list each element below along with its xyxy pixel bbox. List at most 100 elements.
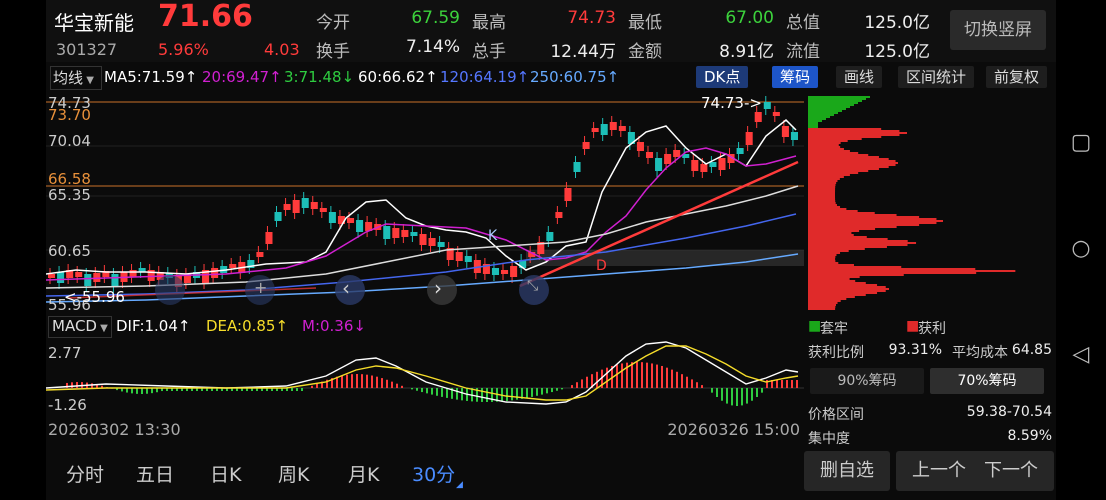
home-icon[interactable]: ○ (1070, 238, 1092, 260)
macd-bar (786, 380, 788, 388)
macd-selector[interactable]: MACD ▼ (48, 316, 112, 338)
chip-bar (808, 218, 937, 220)
switch-portrait-button[interactable]: 切换竖屏 (950, 10, 1046, 50)
chip-bar (808, 136, 882, 138)
macd-bar (381, 378, 383, 388)
ma-selector[interactable]: 均线 ▼ (50, 66, 102, 90)
chip-90-tab[interactable]: 90%筹码 (810, 368, 924, 394)
macd-chart[interactable]: 2.77 -1.26 (46, 338, 804, 422)
chip-bar (808, 298, 847, 300)
delete-favorite-button[interactable]: 删自选 (804, 451, 890, 491)
candle (772, 112, 780, 116)
macd-bar (761, 388, 763, 393)
chip-button[interactable]: 筹码 (772, 66, 819, 88)
candle (48, 274, 56, 278)
chip-bar (808, 102, 858, 104)
chip-bar (808, 278, 850, 280)
chip-bar (808, 178, 840, 180)
app-screen: 华宝新能 71.66 301327 5.96% 4.03 今开 67.59 最高… (46, 0, 1056, 500)
macd-bar (371, 375, 373, 388)
macd-selector-label: MACD (52, 317, 97, 335)
chip-70-tab[interactable]: 70%筹码 (930, 368, 1044, 394)
recent-apps-icon[interactable]: ▢ (1070, 132, 1092, 154)
candle (428, 238, 436, 246)
candle (501, 270, 509, 274)
kline-chart[interactable]: ‹ › + ⤡ 74.73 73.70 70.04 66.58 65.35 60… (46, 92, 804, 314)
macd-bar (541, 388, 543, 395)
chip-bar (808, 234, 854, 236)
candle (664, 154, 672, 164)
tab-30min[interactable]: 30分 (412, 460, 455, 487)
macd-dif: DIF:1.04↑ (116, 317, 191, 335)
macd-bar (526, 388, 528, 398)
candle (419, 234, 427, 245)
macd-bar (581, 379, 583, 388)
chip-bar (808, 246, 887, 248)
chip-bar (808, 270, 1016, 272)
next-stock-button[interactable]: 下一个 (968, 451, 1054, 491)
candle (709, 162, 717, 167)
chip-bar (808, 110, 842, 112)
macd-bar (656, 364, 658, 388)
macd-bar (361, 374, 363, 388)
chip-bar (808, 300, 841, 302)
chip-bar (808, 158, 889, 160)
chip-panel: ■ 套牢 ■ 获利 获利比例 93.31% 平均成本 64.85 90%筹码 7… (806, 92, 1056, 447)
macd-bar (356, 374, 358, 388)
axis-l5-label: 60.65 (48, 242, 91, 260)
macd-bar (311, 385, 313, 388)
macd-bar (676, 371, 678, 388)
dk-point-button[interactable]: DK点 (696, 66, 749, 88)
chip-bar (808, 230, 860, 232)
draw-line-button[interactable]: 画线 (836, 66, 883, 88)
chip-bar (808, 142, 841, 144)
candle (356, 220, 364, 232)
chip-bar (808, 196, 836, 198)
macd-bar (316, 383, 318, 388)
candle (57, 272, 65, 283)
avg-cost-value: 64.85 (1011, 342, 1052, 358)
macd-bar (456, 388, 458, 400)
macd-bar (726, 388, 728, 404)
chip-bar (808, 124, 818, 126)
candle (510, 266, 518, 277)
macd-bar (606, 367, 608, 388)
scroll-right-icon[interactable]: › (434, 276, 442, 300)
tab-five-day[interactable]: 五日 (136, 460, 174, 487)
chip-bar (808, 188, 836, 190)
chip-bar (808, 148, 844, 150)
back-icon[interactable]: ◁ (1070, 344, 1092, 366)
macd-bar (746, 388, 748, 404)
candle (319, 208, 327, 212)
tab-daily-k[interactable]: 日K (210, 460, 241, 487)
chip-bar (808, 156, 879, 158)
chip-bar (808, 276, 860, 278)
chip-bar (808, 238, 888, 240)
tab-weekly-k[interactable]: 周K (278, 460, 309, 487)
expand-icon[interactable]: ⤡ (527, 278, 538, 294)
tab-monthly-k[interactable]: 月K (348, 460, 379, 487)
macd-bar (481, 388, 483, 402)
macd-bar (426, 388, 428, 394)
candle (111, 274, 119, 287)
macd-bar (291, 388, 293, 391)
macd-bar (646, 362, 648, 388)
macd-bar (561, 388, 563, 390)
chip-bar (808, 194, 836, 196)
candle (274, 212, 282, 221)
chip-bar (808, 210, 858, 212)
plus-icon[interactable]: + (254, 278, 267, 297)
axis-l2-label: 70.04 (48, 132, 91, 150)
range-stats-button[interactable]: 区间统计 (898, 66, 975, 88)
tab-timeshare[interactable]: 分时 (66, 460, 104, 487)
price-range-value: 59.38-70.54 (966, 404, 1052, 420)
candle (763, 102, 771, 109)
macd-bar (71, 382, 73, 388)
low-value: 67.00 (725, 8, 774, 28)
k-mark: K (488, 228, 498, 244)
candle (736, 148, 744, 154)
chip-bar (808, 264, 854, 266)
adjust-button[interactable]: 前复权 (986, 66, 1048, 88)
scroll-left-icon[interactable]: ‹ (342, 276, 350, 300)
macd-bar (686, 376, 688, 388)
